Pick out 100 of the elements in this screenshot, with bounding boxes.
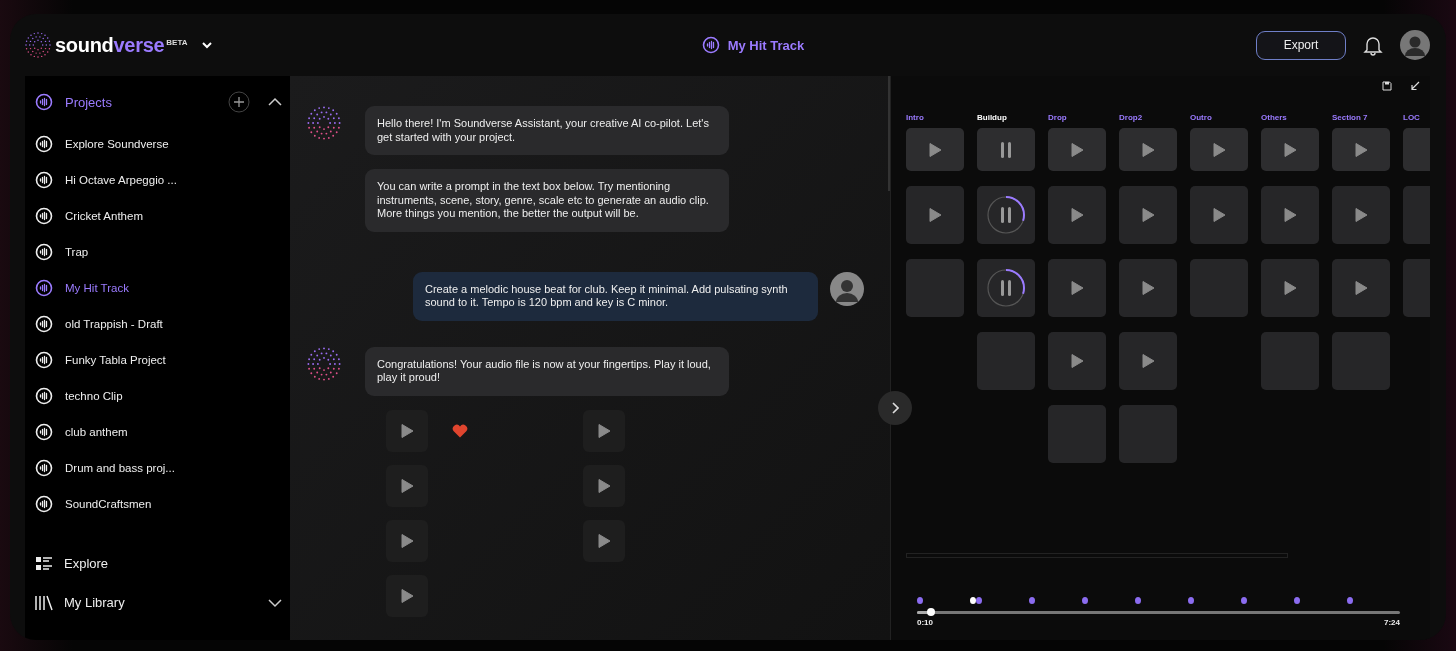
chat-message: You can write a prompt in the text box below. Try mentioning instruments, scene, story, genre, scale etc to generate an audio clip. More things you mention, the better the output will be. (365, 169, 729, 232)
section-tab[interactable]: Others (1261, 113, 1319, 128)
clip-pad[interactable] (1119, 128, 1177, 171)
waveform-icon (35, 351, 53, 369)
play-icon (400, 587, 414, 604)
clip-pad[interactable] (906, 128, 964, 171)
play-button[interactable] (386, 409, 428, 452)
section-marker[interactable] (970, 596, 976, 604)
play-button[interactable] (386, 464, 428, 507)
project-item[interactable]: SoundCraftsmen (65, 498, 152, 510)
play-icon (1141, 353, 1155, 369)
section-marker[interactable] (1029, 596, 1035, 604)
clip-pad[interactable] (1119, 186, 1177, 244)
grid-list-icon (35, 556, 53, 571)
clip-pad[interactable] (1261, 186, 1319, 244)
project-item[interactable]: My Hit Track (65, 282, 129, 294)
project-item[interactable]: techno Clip (65, 390, 123, 402)
project-item[interactable]: Cricket Anthem (65, 210, 143, 222)
section-marker[interactable] (1082, 596, 1088, 604)
play-button[interactable] (583, 464, 625, 507)
play-icon (1070, 141, 1084, 158)
clip-pad[interactable] (1261, 128, 1319, 171)
chat-message: Hello there! I'm Soundverse Assistant, your creative AI co-pilot. Let's get started with your project. (365, 106, 729, 155)
section-tab[interactable]: Outro (1190, 113, 1248, 128)
section-marker[interactable] (1241, 596, 1247, 604)
clip-pad[interactable] (977, 186, 1035, 244)
avatar-icon[interactable] (1400, 30, 1430, 60)
waveform-icon (35, 387, 53, 405)
section-marker[interactable] (1347, 596, 1353, 604)
slider-thumb[interactable] (927, 608, 936, 616)
chevron-right-icon (891, 402, 899, 414)
play-button[interactable] (583, 409, 625, 452)
section-tab[interactable]: LOC (1403, 113, 1430, 128)
clip-pad[interactable] (1048, 128, 1106, 171)
section-tab[interactable]: Drop (1048, 113, 1106, 128)
section-marker[interactable] (1294, 596, 1300, 604)
collapse-icon[interactable] (1410, 81, 1420, 91)
heart-icon[interactable] (452, 423, 468, 438)
project-item[interactable]: Trap (65, 246, 89, 258)
waveform-icon (35, 279, 53, 297)
play-icon (1070, 207, 1084, 223)
clip-pad[interactable] (1048, 259, 1106, 317)
play-icon (1212, 141, 1226, 158)
section-tab[interactable]: Intro (906, 113, 964, 128)
section-marker[interactable] (976, 596, 982, 604)
project-item[interactable]: Explore Soundverse (65, 138, 169, 150)
play-button[interactable] (583, 519, 625, 562)
clip-pad[interactable] (906, 186, 964, 244)
clip-pad[interactable] (1190, 186, 1248, 244)
nav-link[interactable]: Explore (64, 556, 109, 571)
project-item[interactable]: club anthem (65, 426, 128, 438)
play-icon (400, 532, 414, 549)
bell-icon[interactable] (1362, 34, 1384, 56)
clip-pad[interactable] (977, 128, 1035, 171)
play-icon (597, 477, 611, 494)
clip-pad[interactable] (1332, 128, 1390, 171)
clip-pad[interactable] (1190, 128, 1248, 171)
clip-pad[interactable] (1332, 186, 1390, 244)
assistant-avatar-icon (307, 346, 341, 381)
clip-pad[interactable] (1261, 259, 1319, 317)
clip-pad[interactable] (977, 259, 1035, 317)
section-marker[interactable] (1135, 596, 1141, 604)
clip-pad[interactable] (1048, 186, 1106, 244)
chevron-down-icon[interactable] (268, 597, 282, 608)
project-item[interactable]: Hi Octave Arpeggio ... (65, 174, 177, 186)
chat-message: Create a melodic house beat for club. Keep it minimal. Add pulsating synth sound to it. Tempo is 120 bpm and key is C minor. (413, 271, 818, 321)
time-label: 7:24 (1384, 618, 1400, 627)
section-tab[interactable]: Buildup (977, 113, 1035, 128)
nav-link[interactable]: My Library (64, 595, 125, 610)
waveform-icon (35, 207, 53, 225)
seek-slider[interactable] (917, 611, 1400, 614)
waveform-icon (35, 243, 53, 261)
section-marker[interactable] (917, 596, 923, 604)
play-icon (400, 422, 414, 439)
project-item[interactable]: Drum and bass proj... (65, 462, 175, 474)
project-item[interactable]: Funky Tabla Project (65, 354, 166, 366)
export-button[interactable]: Export (1256, 30, 1346, 60)
section-tab[interactable]: Section 7 (1332, 113, 1390, 128)
play-button[interactable] (386, 519, 428, 562)
clip-pad[interactable] (1119, 259, 1177, 317)
play-icon (1283, 280, 1297, 296)
chevron-up-icon[interactable] (268, 97, 282, 107)
play-button[interactable] (386, 574, 428, 617)
beta-label: BETA (166, 38, 188, 47)
clip-pad[interactable] (1332, 259, 1390, 317)
clip-pad[interactable] (1119, 332, 1177, 390)
play-icon (1141, 141, 1155, 158)
play-icon (1354, 141, 1368, 158)
play-icon (1283, 207, 1297, 223)
clip-pad[interactable] (1048, 332, 1106, 390)
section-marker[interactable] (1188, 596, 1194, 604)
save-icon[interactable] (1382, 81, 1392, 91)
section-tab[interactable]: Drop2 (1119, 113, 1177, 128)
pause-icon (1001, 141, 1011, 158)
play-icon (1141, 207, 1155, 223)
add-icon[interactable] (228, 91, 250, 113)
chevron-down-icon[interactable] (201, 39, 214, 51)
play-icon (1070, 353, 1084, 369)
project-item[interactable]: old Trappish - Draft (65, 318, 163, 330)
projects-heading[interactable]: Projects (65, 94, 228, 110)
